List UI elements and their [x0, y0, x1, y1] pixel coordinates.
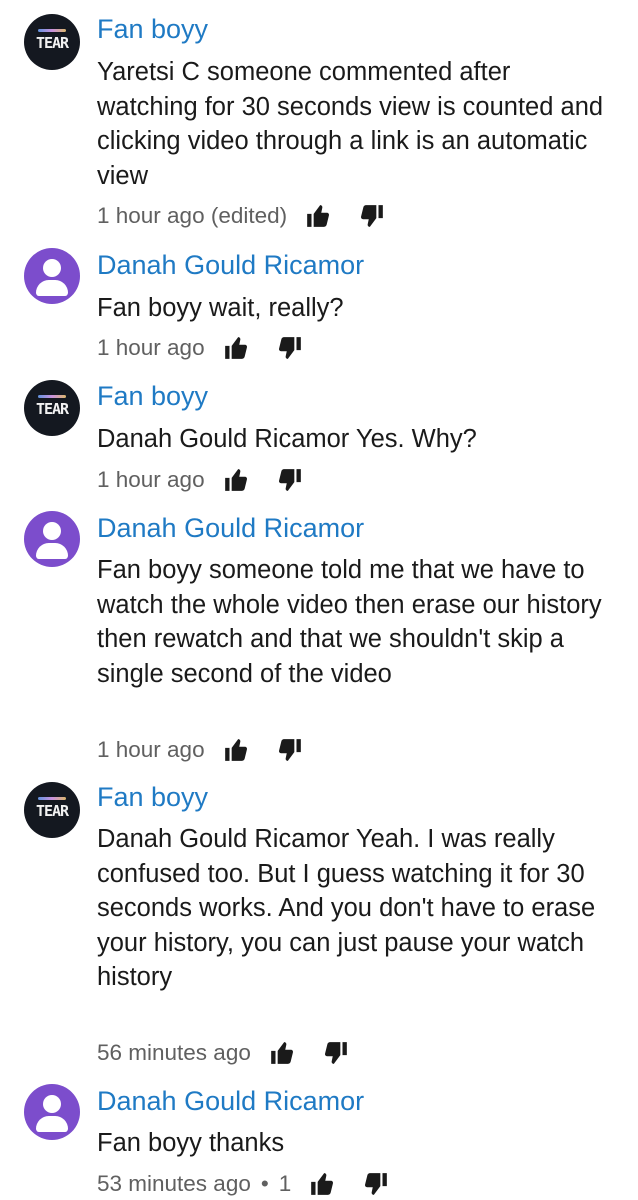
avatar[interactable]: TEAR: [24, 380, 80, 436]
thumbs-down-icon[interactable]: [319, 1039, 353, 1067]
comment-timestamp[interactable]: 1 hour ago (edited): [97, 203, 287, 229]
comment-actions: 1 hour ago: [97, 734, 307, 766]
comment-text: Danah Gould Ricamor Yeah. I was really c…: [97, 825, 596, 991]
thumbs-down-icon[interactable]: [273, 466, 307, 494]
person-icon-body: [36, 280, 68, 296]
comment-author[interactable]: Danah Gould Ricamor: [97, 249, 364, 281]
separator-dot: •: [260, 1171, 269, 1196]
logo-accent: [38, 29, 66, 32]
thumbs-up-icon[interactable]: [219, 334, 253, 362]
avatar-logo-text: TEAR: [35, 802, 69, 820]
avatar[interactable]: TEAR: [24, 14, 80, 70]
like-count: 1: [278, 1171, 292, 1196]
comment-author[interactable]: Fan boyy: [97, 781, 208, 813]
avatar[interactable]: [24, 1084, 80, 1140]
comment-timestamp[interactable]: 56 minutes ago: [97, 1040, 251, 1066]
logo-accent: [38, 797, 66, 800]
thumbs-down-icon[interactable]: [359, 1170, 393, 1198]
comment-actions: 1 hour ago: [97, 332, 307, 364]
comment-text: Fan boyy thanks: [97, 1129, 285, 1157]
comment-author[interactable]: Danah Gould Ricamor: [97, 1085, 364, 1117]
comment-text: Yaretsi C someone commented after watchi…: [97, 58, 604, 190]
person-icon-head: [43, 1095, 61, 1113]
thumbs-up-icon[interactable]: [219, 736, 253, 764]
comment-actions: 1 hour ago: [97, 464, 307, 496]
comment-text: Fan boyy someone told me that we have to…: [97, 556, 602, 688]
thumbs-up-icon[interactable]: [265, 1039, 299, 1067]
comment-actions: 53 minutes ago • 1: [97, 1168, 393, 1200]
comment-timestamp[interactable]: 1 hour ago: [97, 737, 205, 763]
avatar[interactable]: TEAR: [24, 782, 80, 838]
comment-author[interactable]: Fan boyy: [97, 380, 208, 412]
thumbs-up-icon[interactable]: [219, 466, 253, 494]
comment-timestamp[interactable]: 53 minutes ago: [97, 1171, 251, 1197]
person-icon-body: [36, 543, 68, 559]
thumbs-down-icon[interactable]: [273, 736, 307, 764]
thumbs-down-icon[interactable]: [273, 334, 307, 362]
avatar-logo-text: TEAR: [35, 400, 69, 418]
comment-text: Danah Gould Ricamor Yes. Why?: [97, 425, 477, 453]
comment-timestamp[interactable]: 1 hour ago: [97, 335, 205, 361]
person-icon-head: [43, 522, 61, 540]
thumbs-up-icon[interactable]: [301, 202, 335, 230]
comment-timestamp[interactable]: 1 hour ago: [97, 467, 205, 493]
avatar[interactable]: [24, 248, 80, 304]
person-icon-body: [36, 1116, 68, 1132]
logo-accent: [38, 395, 66, 398]
avatar[interactable]: [24, 511, 80, 567]
avatar-logo-text: TEAR: [35, 34, 69, 52]
comment-author[interactable]: Fan boyy: [97, 13, 208, 45]
comment-text: Fan boyy wait, really?: [97, 294, 344, 322]
person-icon-head: [43, 259, 61, 277]
comment-actions: 56 minutes ago: [97, 1037, 353, 1069]
comment-actions: 1 hour ago (edited): [97, 200, 389, 232]
thumbs-up-icon[interactable]: [305, 1170, 339, 1198]
comment-author[interactable]: Danah Gould Ricamor: [97, 512, 364, 544]
thumbs-down-icon[interactable]: [355, 202, 389, 230]
